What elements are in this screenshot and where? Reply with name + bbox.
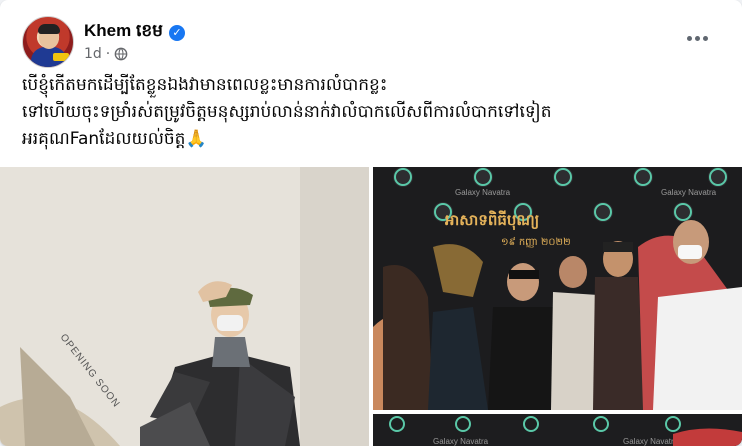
photo-right-bottom-illustration: Galaxy Navatra Galaxy Navatra (373, 414, 742, 446)
backdrop-logo: Galaxy Navatra (433, 437, 489, 446)
facebook-post: Khem ខេម ✓ 1d · បើខ្ញុំកើតមកដើម្បីតែខ្លួ… (0, 0, 742, 446)
author-row: Khem ខេម ✓ (84, 20, 185, 45)
backdrop-logo: Galaxy Navatra (623, 437, 679, 446)
event-date: ១៩ កញ្ញា ២០២២ (501, 236, 571, 248)
backdrop-logo: Galaxy Navatra (661, 188, 717, 197)
caption-line: អរគុណFanដែលយល់ចិត្ត🙏 (22, 129, 207, 149)
backdrop-logo: Galaxy Navatra (455, 188, 511, 197)
profile-avatar[interactable] (22, 16, 74, 68)
photo-left[interactable]: OPENING SOON (0, 167, 369, 446)
photo-left-illustration: OPENING SOON (0, 167, 369, 446)
event-title: អាសាទពិធីបុណ្យ (445, 210, 539, 231)
photo-right-bottom[interactable]: Galaxy Navatra Galaxy Navatra (373, 414, 742, 446)
more-dot (702, 35, 708, 41)
globe-icon[interactable] (114, 47, 128, 61)
more-dot (686, 35, 692, 41)
author-name[interactable]: Khem ខេម (84, 20, 163, 45)
more-dot (694, 35, 700, 41)
post-caption: បើខ្ញុំកើតមកដើម្បីតែខ្លួនឯងវាមានពេលខ្លះម… (22, 72, 726, 153)
avatar-badge (53, 53, 69, 61)
photo-right-top[interactable]: Galaxy Navatra Galaxy Navatra អាសាទពិធីប… (373, 167, 742, 410)
photo-right-top-illustration: Galaxy Navatra Galaxy Navatra អាសាទពិធីប… (373, 167, 742, 410)
more-options-icon[interactable] (682, 28, 712, 48)
meta-separator: · (105, 46, 111, 62)
caption-line: ទៅហើយចុះទម្រាំរស់តម្រូវចិត្តមនុស្សរាប់លា… (22, 102, 552, 122)
photo-grid: OPENING SOON Galaxy Navatra Galaxy Navat… (0, 167, 742, 446)
post-header: Khem ខេម ✓ 1d · (22, 16, 726, 68)
avatar-hair (38, 24, 60, 34)
post-meta: 1d · (84, 46, 128, 62)
verified-badge-icon: ✓ (168, 24, 185, 41)
caption-line: បើខ្ញុំកើតមកដើម្បីតែខ្លួនឯងវាមានពេលខ្លះម… (22, 75, 388, 95)
post-time[interactable]: 1d (84, 46, 102, 62)
